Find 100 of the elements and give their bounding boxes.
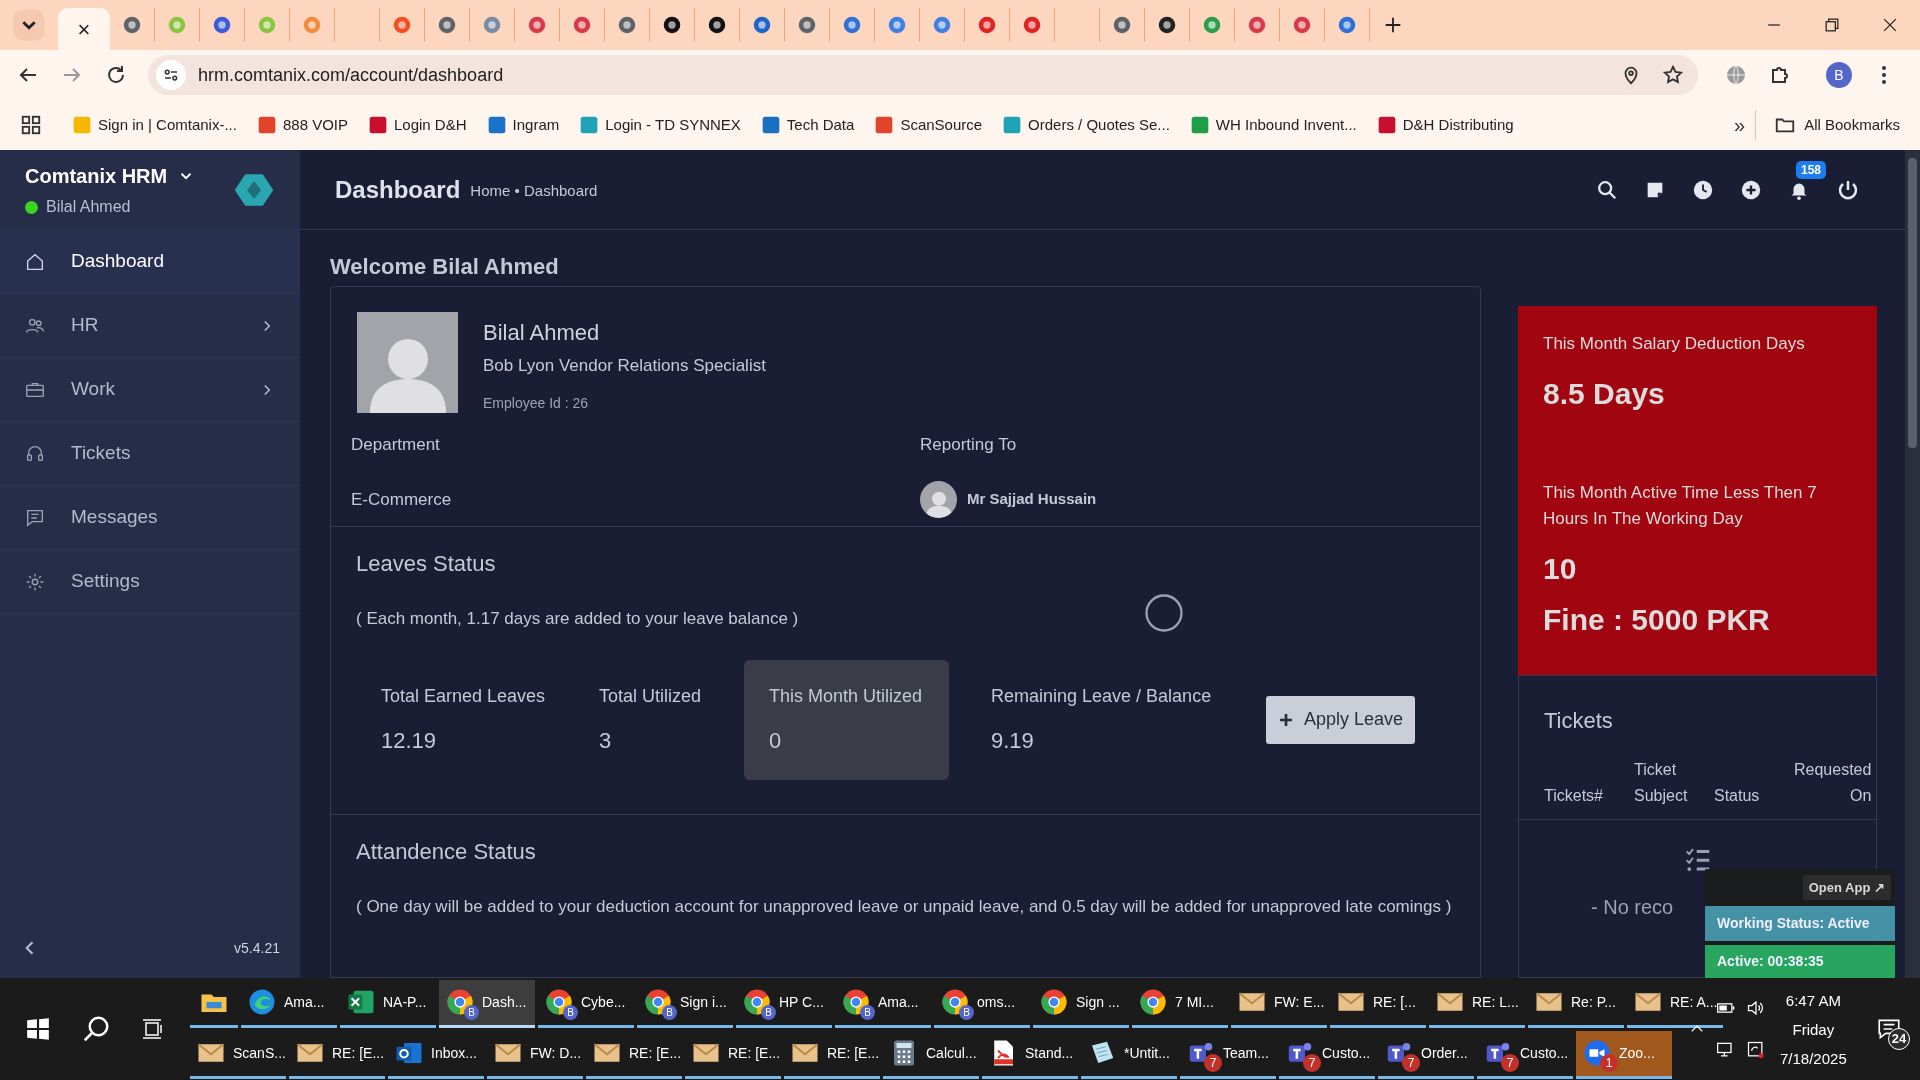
taskbar-button[interactable]: 7 Order... xyxy=(1378,1030,1474,1079)
close-icon[interactable]: × xyxy=(77,12,91,46)
open-app-button[interactable]: Open App ↗ xyxy=(1802,874,1891,901)
taskbar-button[interactable]: RE: [E... xyxy=(685,1030,781,1079)
bookmark[interactable]: WH Inbound Invent... xyxy=(1183,113,1363,137)
task-view-icon[interactable] xyxy=(141,1017,165,1041)
taskbar-button[interactable]: *Untit... xyxy=(1081,1030,1177,1079)
section-title: Leaves Status xyxy=(356,550,497,578)
card-value: Fine : 5000 PKR xyxy=(1543,601,1771,638)
app-title: Comtanix HRM xyxy=(25,164,168,189)
apps-grid-icon[interactable] xyxy=(20,114,42,136)
taskbar-button[interactable]: RE: [E... xyxy=(586,1030,682,1079)
section-title: Attandence Status xyxy=(356,838,537,866)
taskbar-button[interactable]: RE: L... xyxy=(1429,979,1525,1028)
browser-icon xyxy=(1138,987,1168,1017)
more-bookmarks-button[interactable]: » xyxy=(1734,110,1757,140)
employee-id: Employee Id : 26 xyxy=(483,393,590,413)
start-icon[interactable] xyxy=(25,1016,51,1042)
taskbar-button[interactable]: ScanS... xyxy=(190,1030,286,1079)
taskbar-button[interactable]: FW: D... xyxy=(487,1030,583,1079)
url-text: hrm.comtanix.com/account/dashboard xyxy=(198,63,504,87)
taskbar-button[interactable]: Stand... xyxy=(982,1030,1078,1079)
leave-stat: This Month Utilized 0 xyxy=(744,659,949,780)
taskbar-button[interactable]: B Cybe... xyxy=(538,979,634,1028)
bookmark[interactable]: 888 VOIP xyxy=(250,113,354,137)
taskbar-button[interactable]: Re: P... xyxy=(1528,979,1624,1028)
taskbar-button[interactable]: Ama... xyxy=(241,979,337,1028)
tune-icon xyxy=(162,66,180,84)
profile-badge: B xyxy=(464,1005,479,1020)
bookmark[interactable]: Tech Data xyxy=(754,113,861,137)
taskbar-button[interactable]: Calcul... xyxy=(883,1030,979,1079)
user-name: Bilal Ahmed xyxy=(46,197,131,217)
browser-icon xyxy=(643,987,673,1017)
taskbar-button[interactable]: FW: E... xyxy=(1231,979,1327,1028)
taskbar-button[interactable]: 1 Zoo... xyxy=(1576,1030,1672,1079)
taskbar-button[interactable]: RE: [... xyxy=(1330,979,1426,1028)
address-bar[interactable]: hrm.comtanix.com/account/dashboard xyxy=(148,55,1698,95)
taskbar-button[interactable]: RE: A... xyxy=(1627,979,1723,1028)
taskbar-button[interactable]: B Sign i... xyxy=(637,979,733,1028)
taskbar-button[interactable]: RE: [E... xyxy=(784,1030,880,1079)
field-value: Mr Sajjad Hussain xyxy=(967,489,1097,510)
card-label: This Month Salary Deduction Days xyxy=(1543,333,1806,355)
taskbar-button[interactable]: B Dash... xyxy=(439,979,535,1028)
column-header: Requested On xyxy=(1794,760,1872,806)
site-info-icon[interactable] xyxy=(156,60,186,90)
bookmark[interactable]: Orders / Quotes Se... xyxy=(996,113,1176,137)
bookmark[interactable]: Ingram xyxy=(480,113,566,137)
sync-icon[interactable] xyxy=(1746,1040,1766,1060)
taskbar-button[interactable]: B oms... xyxy=(934,979,1030,1028)
profile-avatar[interactable]: B xyxy=(1826,62,1852,88)
clock-time: 6:47 AM xyxy=(1785,990,1841,1011)
all-bookmarks-button[interactable]: All Bookmarks xyxy=(1774,113,1900,137)
sidebar-item[interactable]: Dashboard xyxy=(0,230,300,294)
taskbar-button[interactable]: 7 MI... xyxy=(1132,979,1228,1028)
clock-icon[interactable] xyxy=(1692,178,1714,201)
count-badge: 7 xyxy=(1402,1054,1420,1072)
taskbar-button[interactable]: B HP C... xyxy=(736,979,832,1028)
browser-icon xyxy=(247,987,277,1017)
browser-icon xyxy=(544,987,574,1017)
taskbar-button[interactable]: 7 Team... xyxy=(1180,1030,1276,1079)
taskbar-button[interactable]: 7 Custo... xyxy=(1279,1030,1375,1079)
globe-icon[interactable] xyxy=(1724,63,1748,87)
bookmark[interactable]: Login D&H xyxy=(362,113,473,137)
tab-list-icon[interactable] xyxy=(12,8,46,42)
breadcrumb: Home • Dashboard xyxy=(470,181,598,202)
bookmark[interactable]: Login - TD SYNNEX xyxy=(573,113,747,137)
bookmark-star-icon[interactable] xyxy=(1662,64,1684,86)
bookmark[interactable]: ScanSource xyxy=(868,113,989,137)
search-icon[interactable] xyxy=(1596,178,1618,201)
employee-name: Bilal Ahmed xyxy=(483,319,601,347)
section-note: ( One day will be added to your deduction account for unapproved leave or unpaid leave, and 0.5 day will be added for unapproved late comings ) xyxy=(356,896,1453,918)
search-icon[interactable] xyxy=(81,1014,111,1044)
taskbar-button[interactable]: B Ama... xyxy=(835,979,931,1028)
scrollbar[interactable] xyxy=(1905,150,1920,978)
bookmark[interactable]: Sign in | Comtanix-... xyxy=(66,113,243,137)
clock-day: Friday xyxy=(1792,1014,1835,1044)
taskbar-button[interactable]: NA-P... xyxy=(340,979,436,1028)
clock-date: 7/18/2025 xyxy=(1780,1048,1847,1069)
section-note: ( Each month, 1.17 days are added to your leave balance ) xyxy=(356,608,800,630)
welcome-heading: Welcome Bilal Ahmed xyxy=(330,253,560,281)
add-icon[interactable] xyxy=(1740,178,1762,201)
count-badge: 7 xyxy=(1204,1054,1222,1072)
profile-badge: B xyxy=(860,1005,875,1020)
card-value: 10 xyxy=(1543,550,1578,587)
bookmark[interactable]: D&H Distributing xyxy=(1370,113,1520,137)
taskbar-button[interactable]: Sign ... xyxy=(1033,979,1129,1028)
taskbar-button[interactable]: Inbox... xyxy=(388,1030,484,1079)
browser-tab[interactable]: × xyxy=(58,8,110,50)
version-label: v5.4.21 xyxy=(234,938,280,958)
taskbar-button[interactable]: 7 Custo... xyxy=(1477,1030,1573,1079)
apply-leave-button[interactable]: Apply Leave xyxy=(1266,695,1416,744)
profile-badge: B xyxy=(959,1005,974,1020)
scrollbar-thumb[interactable] xyxy=(1908,158,1917,448)
column-header: Tickets# xyxy=(1544,786,1604,806)
count-badge: 1 xyxy=(1600,1054,1618,1072)
taskbar-button[interactable]: RE: [E... xyxy=(289,1030,385,1079)
profile-badge: B xyxy=(662,1005,677,1020)
field-label: Department xyxy=(351,433,441,456)
leave-stat: Total Earned Leaves 12.19 xyxy=(380,684,547,755)
volume-icon[interactable] xyxy=(1746,998,1766,1018)
